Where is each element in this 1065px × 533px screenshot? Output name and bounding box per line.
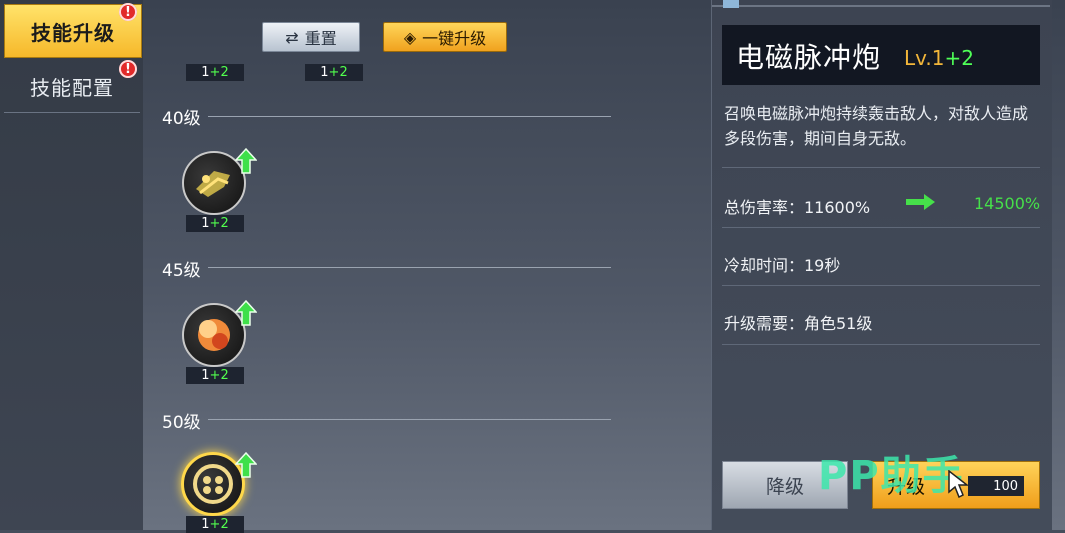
level-badge: 1 +2 xyxy=(186,516,244,533)
skill-level-base: Lv.1 xyxy=(904,46,945,70)
detail-divider xyxy=(722,344,1040,345)
right-arrow-icon xyxy=(906,194,935,210)
tier-divider xyxy=(208,116,611,117)
tier-label: 45级 xyxy=(162,261,201,281)
badge-base: 1 xyxy=(201,368,210,383)
alert-icon: ! xyxy=(119,3,137,21)
requirement-stat: 升级需要：角色51级 xyxy=(724,314,873,333)
skill-description: 召唤电磁脉冲炮持续轰击敌人，对敌人造成多段伤害，期间自身无敌。 xyxy=(724,104,1029,148)
detail-divider xyxy=(722,167,1040,168)
skill-level-bonus: +2 xyxy=(944,46,974,70)
damage-next-value: 14500% xyxy=(974,194,1041,213)
upgrade-arrow-icon xyxy=(235,452,257,478)
skill-name: 电磁脉冲炮 xyxy=(736,41,882,74)
badge-bonus: +2 xyxy=(209,65,229,80)
badge-base: 1 xyxy=(201,65,210,80)
badge-base: 1 xyxy=(320,65,329,80)
diamond-arrow-icon: ◈ xyxy=(403,27,417,47)
upgrade-cost: 100 xyxy=(968,476,1024,496)
level-badge: 1 +2 xyxy=(186,215,244,232)
panel-top-divider xyxy=(712,5,1050,7)
damage-stat: 总伤害率：11600% xyxy=(724,198,871,217)
refresh-icon: ⇄ xyxy=(285,27,299,47)
mouse-cursor-icon xyxy=(948,470,968,498)
watermark-logo: PP助手 xyxy=(818,453,965,499)
nav-divider xyxy=(4,112,140,113)
badge-bonus: +2 xyxy=(209,216,229,231)
detail-divider xyxy=(722,227,1040,228)
tier-divider xyxy=(208,267,611,268)
level-badge: 1 +2 xyxy=(186,367,244,384)
level-badge: 1 +2 xyxy=(186,64,244,81)
tab-skill-config-label: 技能配置 xyxy=(30,75,114,100)
reset-label: 重置 xyxy=(304,29,337,48)
panel-top-marker xyxy=(723,0,739,8)
level-badge: 1 +2 xyxy=(305,64,363,81)
badge-base: 1 xyxy=(201,216,210,231)
badge-bonus: +2 xyxy=(209,368,229,383)
tier-label: 40级 xyxy=(162,109,201,129)
upgrade-arrow-icon xyxy=(235,148,257,174)
badge-bonus: +2 xyxy=(328,65,348,80)
downgrade-label: 降级 xyxy=(765,475,804,498)
left-nav: 技能升级 ! 技能配置 ! xyxy=(0,0,143,530)
upgrade-all-label: 一键升级 xyxy=(422,29,487,48)
tab-skill-upgrade-label: 技能升级 xyxy=(31,20,115,45)
upgrade-all-button[interactable]: ◈ 一键升级 xyxy=(383,22,507,52)
tier-divider xyxy=(208,419,611,420)
tier-label: 50级 xyxy=(162,413,201,433)
detail-divider xyxy=(722,285,1040,286)
cooldown-stat: 冷却时间：19秒 xyxy=(724,256,841,275)
alert-icon: ! xyxy=(119,60,137,78)
skill-level: Lv.1+2 xyxy=(904,46,974,70)
upgrade-arrow-icon xyxy=(235,300,257,326)
reset-button[interactable]: ⇄ 重置 xyxy=(262,22,360,52)
